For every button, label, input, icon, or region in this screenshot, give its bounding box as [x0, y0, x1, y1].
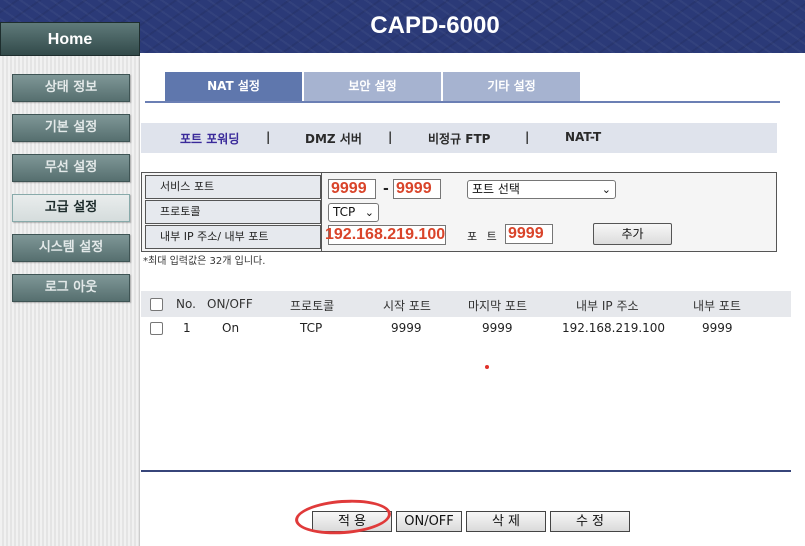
protocol-label: 프로토콜 [145, 200, 321, 224]
sidebar-item-system[interactable]: 시스템 설정 [12, 234, 130, 262]
sidebar-item-wireless[interactable]: 무선 설정 [12, 154, 130, 182]
cell-onoff: On [222, 321, 240, 335]
table-bottom-border [141, 470, 791, 472]
chevron-down-icon: ⌄ [601, 183, 611, 196]
internal-ip-value: 192.168.219.100 [325, 226, 446, 243]
column-header-end-port: 마지막 포트 [468, 299, 528, 313]
sidebar-item-logout[interactable]: 로그 아웃 [12, 274, 130, 302]
tab-underline [145, 101, 780, 103]
select-all-checkbox[interactable] [150, 298, 163, 311]
sidebar-item-status[interactable]: 상태 정보 [12, 74, 130, 102]
subnav-separator: | [266, 130, 271, 144]
port-range-dash: - [383, 181, 389, 197]
delete-button[interactable]: 삭 제 [466, 511, 546, 532]
column-header-internal-port: 내부 포트 [693, 299, 741, 313]
service-port-label: 서비스 포트 [145, 175, 321, 199]
onoff-button[interactable]: ON/OFF [396, 511, 462, 532]
internal-port-input[interactable]: 9999 [505, 224, 553, 244]
cell-internal-ip: 192.168.219.100 [562, 321, 666, 335]
device-title: CAPD-6000 [370, 12, 500, 39]
internal-port-value: 9999 [508, 225, 544, 242]
cell-start-port: 9999 [391, 321, 422, 335]
column-header-no: No. [176, 297, 196, 311]
home-tab[interactable]: Home [0, 22, 140, 56]
add-button[interactable]: 추가 [593, 223, 672, 245]
tab-nat-settings[interactable]: NAT 설정 [165, 72, 302, 101]
cell-protocol: TCP [300, 321, 323, 335]
subnav-irregular-ftp[interactable]: 비정규 FTP [428, 130, 490, 147]
cell-end-port: 9999 [482, 321, 513, 335]
subnav-port-forwarding[interactable]: 포트 포워딩 [180, 130, 239, 147]
sidebar-item-basic[interactable]: 기본 설정 [12, 114, 130, 142]
subnav-dmz-server[interactable]: DMZ 서버 [305, 130, 362, 147]
column-header-onoff: ON/OFF [207, 297, 253, 311]
service-port-start-input[interactable]: 9999 [328, 179, 376, 199]
service-port-start-value: 9999 [331, 180, 367, 197]
service-port-end-input[interactable]: 9999 [393, 179, 441, 199]
internal-port-label: 포 트 [467, 230, 500, 243]
port-select-dropdown[interactable]: 포트 선택 ⌄ [467, 180, 616, 199]
subnav-bar: 포트 포워딩 | DMZ 서버 | 비정규 FTP | NAT-T [141, 123, 777, 153]
sidebar-item-advanced[interactable]: 고급 설정 [12, 194, 130, 222]
subnav-separator: | [388, 130, 393, 144]
port-select-value: 포트 선택 [472, 182, 520, 196]
column-header-internal-ip: 내부 IP 주소 [576, 299, 639, 313]
column-header-start-port: 시작 포트 [383, 299, 431, 313]
tab-security-settings[interactable]: 보안 설정 [304, 72, 441, 101]
subnav-separator: | [525, 130, 530, 144]
column-header-protocol: 프로토콜 [290, 299, 335, 313]
service-port-end-value: 9999 [396, 180, 432, 197]
internal-ip-label: 내부 IP 주소/ 내부 포트 [145, 225, 321, 249]
cell-no: 1 [183, 321, 191, 335]
protocol-dropdown[interactable]: TCP ⌄ [328, 203, 379, 222]
annotation-dot [485, 365, 489, 369]
subnav-nat-t[interactable]: NAT-T [565, 130, 601, 144]
protocol-value: TCP [333, 205, 356, 219]
chevron-down-icon: ⌄ [364, 206, 374, 219]
form-divider [321, 172, 322, 252]
cell-internal-port: 9999 [702, 321, 733, 335]
internal-ip-input[interactable]: 192.168.219.100 [325, 225, 446, 245]
edit-button[interactable]: 수 정 [550, 511, 630, 532]
row-checkbox[interactable] [150, 322, 163, 335]
max-entries-note: *최대 입력값은 32개 입니다. [143, 256, 266, 267]
forwarding-table [141, 291, 791, 471]
tab-other-settings[interactable]: 기타 설정 [443, 72, 580, 101]
